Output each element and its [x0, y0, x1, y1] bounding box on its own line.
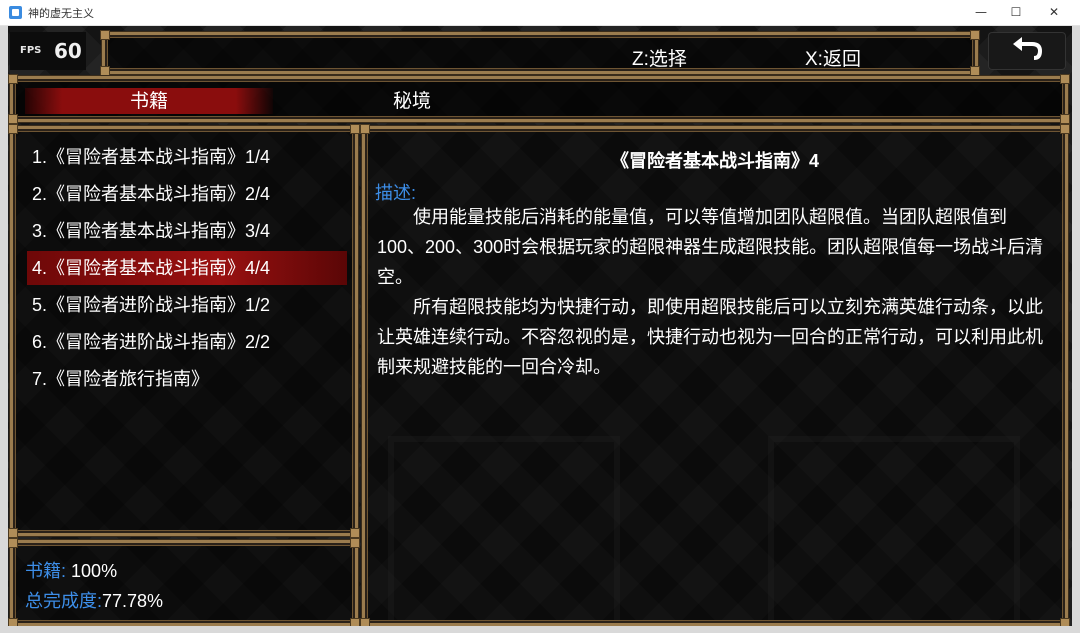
app-icon: [9, 6, 22, 19]
frame-corner-ornament: [100, 66, 110, 76]
book-list-item[interactable]: 6.《冒险者进阶战斗指南》2/2: [27, 325, 347, 359]
completion-stats-panel: 书籍: 100% 总完成度:77.78%: [8, 538, 360, 626]
books-completion-label: 书籍:: [25, 561, 67, 581]
book-list-item[interactable]: 3.《冒险者基本战斗指南》3/4: [27, 214, 347, 248]
window-titlebar: 神的虚无主义 — ☐ ✕: [0, 0, 1080, 26]
frame-corner-ornament: [350, 618, 360, 626]
frame-corner-ornament: [8, 618, 18, 626]
frame-corner-ornament: [1060, 124, 1070, 134]
fps-value: 60: [54, 39, 82, 63]
book-list-item[interactable]: 7.《冒险者旅行指南》: [27, 362, 347, 396]
maximize-button[interactable]: ☐: [998, 0, 1034, 25]
tab-secret-realm[interactable]: 秘境: [393, 88, 431, 114]
frame-corner-ornament: [1060, 114, 1070, 124]
frame-corner-ornament: [8, 114, 18, 124]
tab-books[interactable]: 书籍: [25, 88, 273, 114]
hint-select: Z:选择: [632, 49, 687, 70]
fps-counter: FPS 60: [10, 32, 86, 70]
frame-corner-ornament: [100, 30, 110, 40]
control-hint-bar: Z:选择 X:返回: [100, 30, 980, 76]
frame-corner-ornament: [350, 528, 360, 538]
total-completion-label: 总完成度:: [25, 591, 103, 611]
books-completion: 书籍: 100%: [25, 557, 117, 583]
minimize-button[interactable]: —: [963, 0, 999, 25]
frame-corner-ornament: [360, 618, 370, 626]
game-screen: FPS 60 Z:选择 X:返回 书籍 秘境 1.《冒险者基本战斗指南》1/4 …: [8, 26, 1072, 626]
book-list-panel: 1.《冒险者基本战斗指南》1/4 2.《冒险者基本战斗指南》2/4 3.《冒险者…: [8, 124, 360, 538]
description-paragraph-2: 所有超限技能均为快捷行动，即使用超限技能后可以立刻充满英雄行动条，以此让英雄连续…: [377, 297, 1043, 377]
frame-corner-ornament: [8, 528, 18, 538]
frame-corner-ornament: [970, 30, 980, 40]
frame-corner-ornament: [970, 66, 980, 76]
window-title: 神的虚无主义: [28, 7, 94, 20]
frame-corner-ornament: [1060, 618, 1070, 626]
book-title: 《冒险者基本战斗指南》4: [610, 151, 819, 171]
book-list-item[interactable]: 2.《冒险者基本战斗指南》2/4: [27, 177, 347, 211]
fps-label: FPS: [20, 45, 42, 56]
book-list-item[interactable]: 1.《冒险者基本战斗指南》1/4: [27, 140, 347, 174]
book-list-item-selected[interactable]: 4.《冒险者基本战斗指南》4/4: [27, 251, 347, 285]
return-arrow-icon: [1013, 37, 1043, 60]
frame-corner-ornament: [8, 538, 18, 548]
frame-corner-ornament: [8, 124, 18, 134]
books-completion-value: 100%: [71, 561, 118, 581]
book-detail-panel: 《冒险者基本战斗指南》4 描述: 使用能量技能后消耗的能量值，可以等值增加团队超…: [360, 124, 1070, 626]
total-completion: 总完成度:77.78%: [25, 587, 163, 613]
frame-corner-ornament: [8, 74, 18, 84]
frame-corner-ornament: [350, 124, 360, 134]
hint-back: X:返回: [805, 49, 861, 70]
description-paragraph-1: 使用能量技能后消耗的能量值，可以等值增加团队超限值。当团队超限值到100、200…: [377, 207, 1044, 287]
category-tab-bar: 书籍 秘境: [8, 74, 1070, 124]
frame-corner-ornament: [1060, 74, 1070, 84]
close-button[interactable]: ✕: [1036, 0, 1072, 25]
back-button[interactable]: [988, 32, 1066, 70]
total-completion-value: 77.78%: [102, 591, 164, 611]
frame-corner-ornament: [360, 124, 370, 134]
frame-corner-ornament: [350, 538, 360, 548]
book-list-item[interactable]: 5.《冒险者进阶战斗指南》1/2: [27, 288, 347, 322]
